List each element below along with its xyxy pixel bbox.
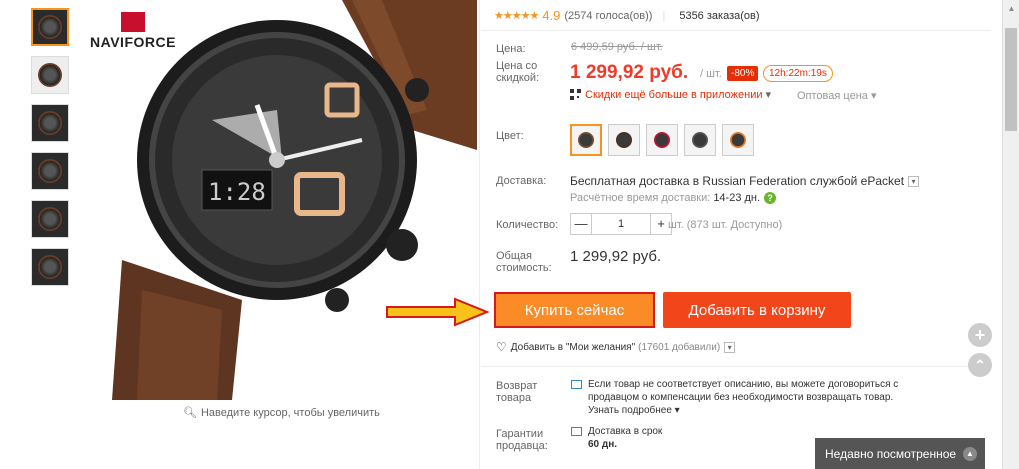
discount-badge: -80%	[727, 66, 759, 81]
add-side-button[interactable]: +	[968, 323, 992, 347]
brand-logo-text: NAVIFORCE	[90, 34, 176, 50]
zoom-hint-text: Наведите курсор, чтобы увеличить	[200, 406, 380, 419]
quantity-stepper: — 1 +	[570, 213, 672, 235]
thumbnail-4[interactable]	[31, 152, 69, 190]
guarantee-text-line2: 60 дн.	[588, 439, 618, 450]
color-option-4[interactable]	[684, 124, 716, 156]
star-rating-icon[interactable]: ★★★★★	[494, 9, 539, 22]
wholesale-price-link[interactable]: Оптовая цена ▾	[797, 89, 876, 102]
quantity-input[interactable]: 1	[591, 214, 651, 234]
product-main-image[interactable]: 1:28	[82, 0, 477, 400]
thumbnail-1[interactable]	[31, 8, 69, 46]
qr-code-icon	[570, 89, 581, 100]
discount-price-label: Цена со скидкой:	[496, 60, 540, 84]
thumbnail-2[interactable]	[31, 56, 69, 94]
scroll-up-icon[interactable]: ▲	[1003, 0, 1019, 17]
chevron-up-icon[interactable]: ▲	[963, 446, 977, 461]
votes-count[interactable]: (2574 голоса(ов))	[564, 10, 652, 22]
return-policy-text: Если товар не соответствует описанию, вы…	[588, 379, 899, 403]
return-policy: Если товар не соответствует описанию, вы…	[571, 378, 931, 417]
chevron-down-icon: ▾	[765, 89, 772, 101]
wishlist-dropdown-icon[interactable]: ▾	[724, 341, 736, 353]
old-price: 6 499,59 руб. / шт.	[571, 41, 663, 53]
guarantee-label-line1: Гарантии	[496, 428, 544, 440]
shipping-time: Расчётное время доставки: 14-23 дн. ?	[570, 192, 777, 204]
add-to-cart-button[interactable]: Добавить в корзину	[663, 292, 851, 328]
recently-viewed-label: Недавно посмотренное	[825, 446, 957, 461]
quantity-available: шт. (873 шт. Доступно)	[668, 219, 783, 231]
thumbnail-6[interactable]	[31, 248, 69, 286]
column-divider	[479, 0, 480, 469]
wishlist-count: (17601 добавили)	[638, 341, 721, 353]
heart-icon: ♡	[496, 340, 507, 354]
divider	[481, 366, 991, 367]
scrollbar-thumb[interactable]	[1005, 28, 1017, 131]
thumbnail-strip	[31, 8, 71, 296]
wishlist-text: Добавить в "Мои желания"	[510, 341, 636, 353]
help-icon[interactable]: ?	[764, 192, 777, 204]
return-info-icon	[571, 380, 582, 389]
color-label: Цвет:	[496, 130, 524, 142]
thumbnail-3[interactable]	[31, 104, 69, 142]
color-option-3[interactable]	[646, 124, 678, 156]
total-label-line2: стоимость:	[496, 262, 552, 274]
total-label-line1: Общая	[496, 250, 532, 262]
shipping-method[interactable]: Бесплатная доставка в Russian Federation…	[570, 174, 920, 188]
scrollbar[interactable]: ▲	[1002, 0, 1019, 469]
divider	[481, 30, 991, 31]
shipping-time-days: 14-23 дн.	[713, 192, 761, 204]
learn-more-link[interactable]: Узнать подробнее ▾	[588, 404, 931, 417]
thumbnail-5[interactable]	[31, 200, 69, 238]
quantity-label: Количество:	[496, 219, 559, 231]
svg-text:1:28: 1:28	[208, 178, 266, 206]
rating-value[interactable]: 4.9	[542, 8, 560, 23]
guarantee-text-line1: Доставка в срок	[588, 426, 663, 437]
shipping-dropdown-icon[interactable]: ▾	[908, 175, 920, 187]
color-option-1[interactable]	[570, 124, 602, 156]
quantity-decrease-button[interactable]: —	[571, 214, 591, 234]
app-promo-text: Скидки ещё больше в приложении	[585, 88, 763, 101]
color-options	[570, 124, 754, 156]
watch-illustration: 1:28	[112, 0, 477, 400]
app-promo-link[interactable]: Скидки ещё больше в приложении ▾	[570, 88, 771, 101]
brand-logo: NAVIFORCE	[86, 12, 180, 50]
guarantee-label-line2: продавца:	[496, 440, 548, 452]
rating-divider: |	[662, 9, 666, 22]
color-option-2[interactable]	[608, 124, 640, 156]
orders-count: 5356 заказа(ов)	[679, 9, 760, 22]
shipping-label: Доставка:	[496, 175, 547, 187]
total-price: 1 299,92 руб.	[570, 248, 662, 265]
color-option-5[interactable]	[722, 124, 754, 156]
seller-guarantee: Доставка в срок 60 дн.	[571, 425, 662, 451]
zoom-hint: 🔍︎ Наведите курсор, чтобы увеличить	[183, 406, 380, 420]
recently-viewed-bar[interactable]: Недавно посмотренное ▲	[815, 438, 985, 469]
buy-now-button[interactable]: Купить сейчас	[494, 292, 655, 328]
discount-price: 1 299,92 руб.	[570, 62, 689, 83]
price-label: Цена:	[496, 43, 526, 55]
magnifier-icon: 🔍︎	[183, 407, 197, 419]
annotation-arrow-icon	[386, 297, 490, 327]
rating-row: ★★★★★ 4.9 (2574 голоса(ов)) | 5356 заказ…	[494, 8, 760, 23]
return-label-line2: товара	[496, 392, 532, 404]
return-label-line1: Возврат	[496, 380, 538, 392]
per-unit: / шт.	[700, 68, 722, 80]
shipping-method-text: Бесплатная доставка в Russian Federation…	[570, 174, 905, 188]
scroll-top-button[interactable]: ⌃	[968, 353, 992, 377]
delivery-truck-icon	[571, 427, 582, 436]
wishlist-link[interactable]: ♡ Добавить в "Мои желания" (17601 добави…	[496, 340, 736, 354]
shipping-time-label: Расчётное время доставки:	[570, 192, 711, 204]
countdown-timer: 12h:22m:19s	[763, 65, 833, 82]
brand-logo-icon	[121, 12, 145, 32]
